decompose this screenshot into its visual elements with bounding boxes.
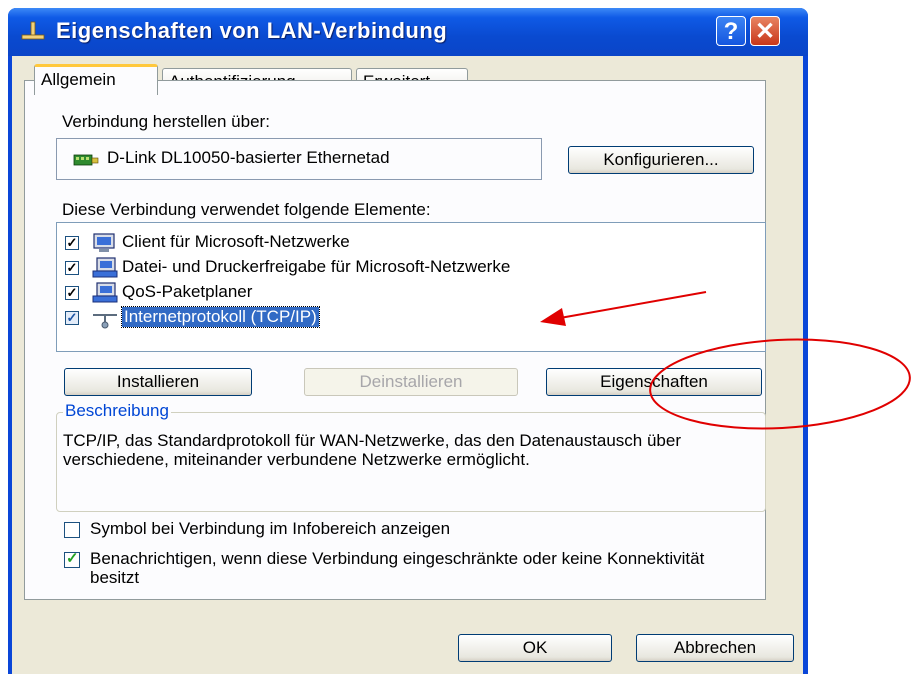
configure-button[interactable]: Konfigurieren... — [568, 146, 754, 174]
list-item-label: Internetprotokoll (TCP/IP) — [121, 306, 320, 328]
uninstall-button-label: Deinstallieren — [359, 372, 463, 391]
close-button[interactable]: ✕ — [750, 16, 780, 46]
components-label: Diese Verbindung verwendet folgende Elem… — [62, 200, 431, 219]
adapter-field: D-Link DL10050-basierter Ethernetad — [56, 138, 542, 180]
list-item-label: Datei- und Druckerfreigabe für Microsoft… — [122, 257, 511, 276]
cancel-button[interactable]: Abbrechen — [636, 634, 794, 662]
checkbox[interactable]: ✓ — [65, 286, 79, 300]
cancel-button-label: Abbrechen — [673, 638, 757, 657]
help-button[interactable]: ? — [716, 16, 746, 46]
properties-button[interactable]: Eigenschaften — [546, 368, 762, 396]
show-icon-label: Symbol bei Verbindung im Infobereich anz… — [90, 519, 451, 538]
protocol-icon — [93, 314, 117, 329]
checkbox[interactable]: ✓ — [65, 236, 79, 250]
tab-allgemein[interactable]: Allgemein — [34, 64, 158, 95]
properties-button-label: Eigenschaften — [600, 372, 708, 391]
adapter-name: D-Link DL10050-basierter Ethernetad — [107, 148, 390, 167]
network-service-icon — [92, 282, 118, 303]
checkbox[interactable]: ✓ — [65, 261, 79, 275]
install-button-label: Installieren — [116, 372, 200, 391]
description-group: Beschreibung TCP/IP, das Standardprotoko… — [56, 401, 766, 512]
uninstall-button[interactable]: Deinstallieren — [304, 368, 518, 396]
description-title: Beschreibung — [63, 401, 171, 421]
tab-label: Allgemein — [41, 70, 116, 89]
title-bar[interactable]: Eigenschaften von LAN-Verbindung ? ✕ — [8, 8, 808, 56]
configure-button-label: Konfigurieren... — [603, 150, 719, 169]
ok-button[interactable]: OK — [458, 634, 612, 662]
network-client-icon — [93, 233, 115, 252]
lan-connection-icon — [21, 21, 45, 40]
checkbox[interactable]: ✓ — [65, 311, 79, 325]
notify-label: Benachrichtigen, wenn diese Verbindung e… — [90, 549, 705, 587]
list-item-label: QoS-Paketplaner — [122, 282, 253, 301]
show-icon-checkbox[interactable] — [64, 522, 80, 538]
network-adapter-icon — [73, 154, 99, 166]
network-service-icon — [92, 257, 118, 278]
components-list[interactable]: ✓ Client für Microsoft-Netzwerke ✓ Datei… — [56, 222, 766, 352]
list-item-label: Client für Microsoft-Netzwerke — [122, 232, 350, 251]
install-button[interactable]: Installieren — [64, 368, 252, 396]
ok-button-label: OK — [522, 638, 548, 657]
window-title: Eigenschaften von LAN-Verbindung — [56, 18, 448, 43]
description-text: TCP/IP, das Standardprotokoll für WAN-Ne… — [63, 431, 681, 469]
connect-via-label: Verbindung herstellen über: — [62, 112, 270, 131]
notify-checkbox[interactable] — [64, 549, 80, 568]
